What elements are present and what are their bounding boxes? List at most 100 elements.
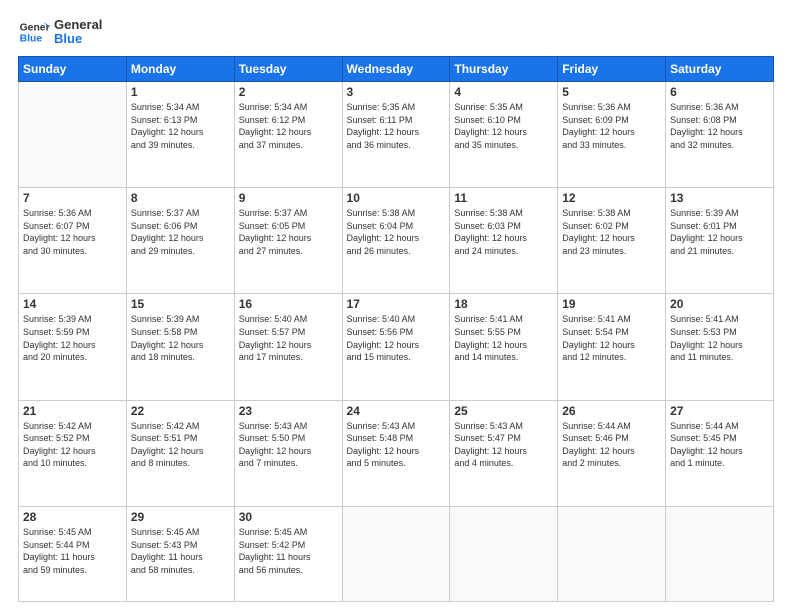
day-info: Sunrise: 5:39 AM Sunset: 5:58 PM Dayligh… bbox=[131, 313, 230, 363]
calendar-cell: 29Sunrise: 5:45 AM Sunset: 5:43 PM Dayli… bbox=[126, 506, 234, 601]
svg-text:Blue: Blue bbox=[20, 34, 43, 45]
calendar-cell: 26 Sunrise: 5:44 AM Sunset: 5:46 PM Dayli… bbox=[558, 400, 666, 506]
day-info: Sunrise: 5:36 AM Sunset: 6:09 PM Dayligh… bbox=[562, 101, 661, 151]
day-number: 27 bbox=[670, 404, 769, 418]
day-info: Sunrise: 5:39 AM Sunset: 6:01 PM Dayligh… bbox=[670, 207, 769, 257]
calendar-cell: 22Sunrise: 5:42 AM Sunset: 5:51 PM Dayli… bbox=[126, 400, 234, 506]
day-number: 1 bbox=[131, 85, 230, 99]
calendar-table: SundayMondayTuesdayWednesdayThursdayFrid… bbox=[18, 56, 774, 602]
day-number: 30 bbox=[239, 510, 338, 524]
day-info: Sunrise: 5:34 AM Sunset: 6:13 PM Dayligh… bbox=[131, 101, 230, 151]
calendar-cell: 16 Sunrise: 5:40 AM Sunset: 5:57 PM Dayli… bbox=[234, 294, 342, 400]
day-info: Sunrise: 5:34 AM Sunset: 6:12 PM Dayligh… bbox=[239, 101, 338, 151]
day-number: 5 bbox=[562, 85, 661, 99]
day-info: Sunrise: 5:45 AM Sunset: 5:43 PM Dayligh… bbox=[131, 526, 230, 576]
day-number: 7 bbox=[23, 191, 122, 205]
day-number: 9 bbox=[239, 191, 338, 205]
calendar-cell: 9 Sunrise: 5:37 AM Sunset: 6:05 PM Daylig… bbox=[234, 188, 342, 294]
day-number: 20 bbox=[670, 297, 769, 311]
day-number: 16 bbox=[239, 297, 338, 311]
day-number: 12 bbox=[562, 191, 661, 205]
calendar-cell bbox=[558, 506, 666, 601]
calendar-cell: 2 Sunrise: 5:34 AM Sunset: 6:12 PM Daylig… bbox=[234, 82, 342, 188]
day-info: Sunrise: 5:43 AM Sunset: 5:50 PM Dayligh… bbox=[239, 420, 338, 470]
day-number: 24 bbox=[347, 404, 446, 418]
calendar-cell: 5 Sunrise: 5:36 AM Sunset: 6:09 PM Daylig… bbox=[558, 82, 666, 188]
weekday-header-sunday: Sunday bbox=[19, 57, 127, 82]
calendar-cell bbox=[342, 506, 450, 601]
calendar-cell: 10 Sunrise: 5:38 AM Sunset: 6:04 PM Dayli… bbox=[342, 188, 450, 294]
weekday-header-saturday: Saturday bbox=[666, 57, 774, 82]
day-number: 18 bbox=[454, 297, 553, 311]
logo-blue-text: Blue bbox=[54, 32, 102, 46]
day-info: Sunrise: 5:35 AM Sunset: 6:10 PM Dayligh… bbox=[454, 101, 553, 151]
calendar-cell: 12 Sunrise: 5:38 AM Sunset: 6:02 PM Dayli… bbox=[558, 188, 666, 294]
calendar-cell: 27Sunrise: 5:44 AM Sunset: 5:45 PM Dayli… bbox=[666, 400, 774, 506]
week-row-5: 28 Sunrise: 5:45 AM Sunset: 5:44 PM Dayli… bbox=[19, 506, 774, 601]
day-info: Sunrise: 5:41 AM Sunset: 5:53 PM Dayligh… bbox=[670, 313, 769, 363]
day-info: Sunrise: 5:37 AM Sunset: 6:05 PM Dayligh… bbox=[239, 207, 338, 257]
logo: General Blue General Blue bbox=[18, 16, 102, 48]
day-number: 14 bbox=[23, 297, 122, 311]
calendar-cell bbox=[450, 506, 558, 601]
logo-general-text: General bbox=[54, 18, 102, 32]
day-number: 3 bbox=[347, 85, 446, 99]
day-info: Sunrise: 5:45 AM Sunset: 5:42 PM Dayligh… bbox=[239, 526, 338, 576]
day-number: 23 bbox=[239, 404, 338, 418]
day-number: 21 bbox=[23, 404, 122, 418]
weekday-header-wednesday: Wednesday bbox=[342, 57, 450, 82]
calendar-cell bbox=[666, 506, 774, 601]
day-info: Sunrise: 5:38 AM Sunset: 6:04 PM Dayligh… bbox=[347, 207, 446, 257]
day-info: Sunrise: 5:42 AM Sunset: 5:52 PM Dayligh… bbox=[23, 420, 122, 470]
day-info: Sunrise: 5:38 AM Sunset: 6:03 PM Dayligh… bbox=[454, 207, 553, 257]
day-number: 28 bbox=[23, 510, 122, 524]
calendar-cell: 18 Sunrise: 5:41 AM Sunset: 5:55 PM Dayli… bbox=[450, 294, 558, 400]
calendar-cell: 15 Sunrise: 5:39 AM Sunset: 5:58 PM Dayli… bbox=[126, 294, 234, 400]
weekday-header-friday: Friday bbox=[558, 57, 666, 82]
weekday-header-thursday: Thursday bbox=[450, 57, 558, 82]
day-number: 8 bbox=[131, 191, 230, 205]
calendar-cell: 17Sunrise: 5:40 AM Sunset: 5:56 PM Dayli… bbox=[342, 294, 450, 400]
day-info: Sunrise: 5:38 AM Sunset: 6:02 PM Dayligh… bbox=[562, 207, 661, 257]
day-number: 11 bbox=[454, 191, 553, 205]
day-number: 22 bbox=[131, 404, 230, 418]
calendar-cell: 23 Sunrise: 5:43 AM Sunset: 5:50 PM Dayli… bbox=[234, 400, 342, 506]
calendar-cell: 30 Sunrise: 5:45 AM Sunset: 5:42 PM Dayli… bbox=[234, 506, 342, 601]
calendar-cell: 3 Sunrise: 5:35 AM Sunset: 6:11 PM Daylig… bbox=[342, 82, 450, 188]
day-info: Sunrise: 5:40 AM Sunset: 5:57 PM Dayligh… bbox=[239, 313, 338, 363]
weekday-header-monday: Monday bbox=[126, 57, 234, 82]
week-row-3: 14Sunrise: 5:39 AM Sunset: 5:59 PM Dayli… bbox=[19, 294, 774, 400]
logo-icon: General Blue bbox=[18, 16, 50, 48]
day-number: 10 bbox=[347, 191, 446, 205]
day-info: Sunrise: 5:35 AM Sunset: 6:11 PM Dayligh… bbox=[347, 101, 446, 151]
calendar-cell: 28 Sunrise: 5:45 AM Sunset: 5:44 PM Dayli… bbox=[19, 506, 127, 601]
day-info: Sunrise: 5:36 AM Sunset: 6:07 PM Dayligh… bbox=[23, 207, 122, 257]
day-info: Sunrise: 5:45 AM Sunset: 5:44 PM Dayligh… bbox=[23, 526, 122, 576]
week-row-1: 1 Sunrise: 5:34 AM Sunset: 6:13 PM Daylig… bbox=[19, 82, 774, 188]
calendar-cell: 13 Sunrise: 5:39 AM Sunset: 6:01 PM Dayli… bbox=[666, 188, 774, 294]
day-number: 15 bbox=[131, 297, 230, 311]
day-number: 19 bbox=[562, 297, 661, 311]
weekday-header-tuesday: Tuesday bbox=[234, 57, 342, 82]
day-info: Sunrise: 5:41 AM Sunset: 5:54 PM Dayligh… bbox=[562, 313, 661, 363]
day-number: 6 bbox=[670, 85, 769, 99]
day-number: 2 bbox=[239, 85, 338, 99]
day-info: Sunrise: 5:44 AM Sunset: 5:46 PM Dayligh… bbox=[562, 420, 661, 470]
calendar-cell: 14Sunrise: 5:39 AM Sunset: 5:59 PM Dayli… bbox=[19, 294, 127, 400]
calendar-cell: 24 Sunrise: 5:43 AM Sunset: 5:48 PM Dayli… bbox=[342, 400, 450, 506]
calendar-cell: 7 Sunrise: 5:36 AM Sunset: 6:07 PM Daylig… bbox=[19, 188, 127, 294]
calendar-cell: 6 Sunrise: 5:36 AM Sunset: 6:08 PM Daylig… bbox=[666, 82, 774, 188]
day-info: Sunrise: 5:37 AM Sunset: 6:06 PM Dayligh… bbox=[131, 207, 230, 257]
day-info: Sunrise: 5:43 AM Sunset: 5:48 PM Dayligh… bbox=[347, 420, 446, 470]
day-number: 13 bbox=[670, 191, 769, 205]
calendar-cell: 20 Sunrise: 5:41 AM Sunset: 5:53 PM Dayli… bbox=[666, 294, 774, 400]
calendar-cell: 8 Sunrise: 5:37 AM Sunset: 6:06 PM Daylig… bbox=[126, 188, 234, 294]
calendar-cell: 21 Sunrise: 5:42 AM Sunset: 5:52 PM Dayli… bbox=[19, 400, 127, 506]
week-row-2: 7 Sunrise: 5:36 AM Sunset: 6:07 PM Daylig… bbox=[19, 188, 774, 294]
page-header: General Blue General Blue bbox=[18, 16, 774, 48]
day-number: 26 bbox=[562, 404, 661, 418]
calendar-cell bbox=[19, 82, 127, 188]
day-info: Sunrise: 5:36 AM Sunset: 6:08 PM Dayligh… bbox=[670, 101, 769, 151]
day-number: 4 bbox=[454, 85, 553, 99]
day-info: Sunrise: 5:41 AM Sunset: 5:55 PM Dayligh… bbox=[454, 313, 553, 363]
